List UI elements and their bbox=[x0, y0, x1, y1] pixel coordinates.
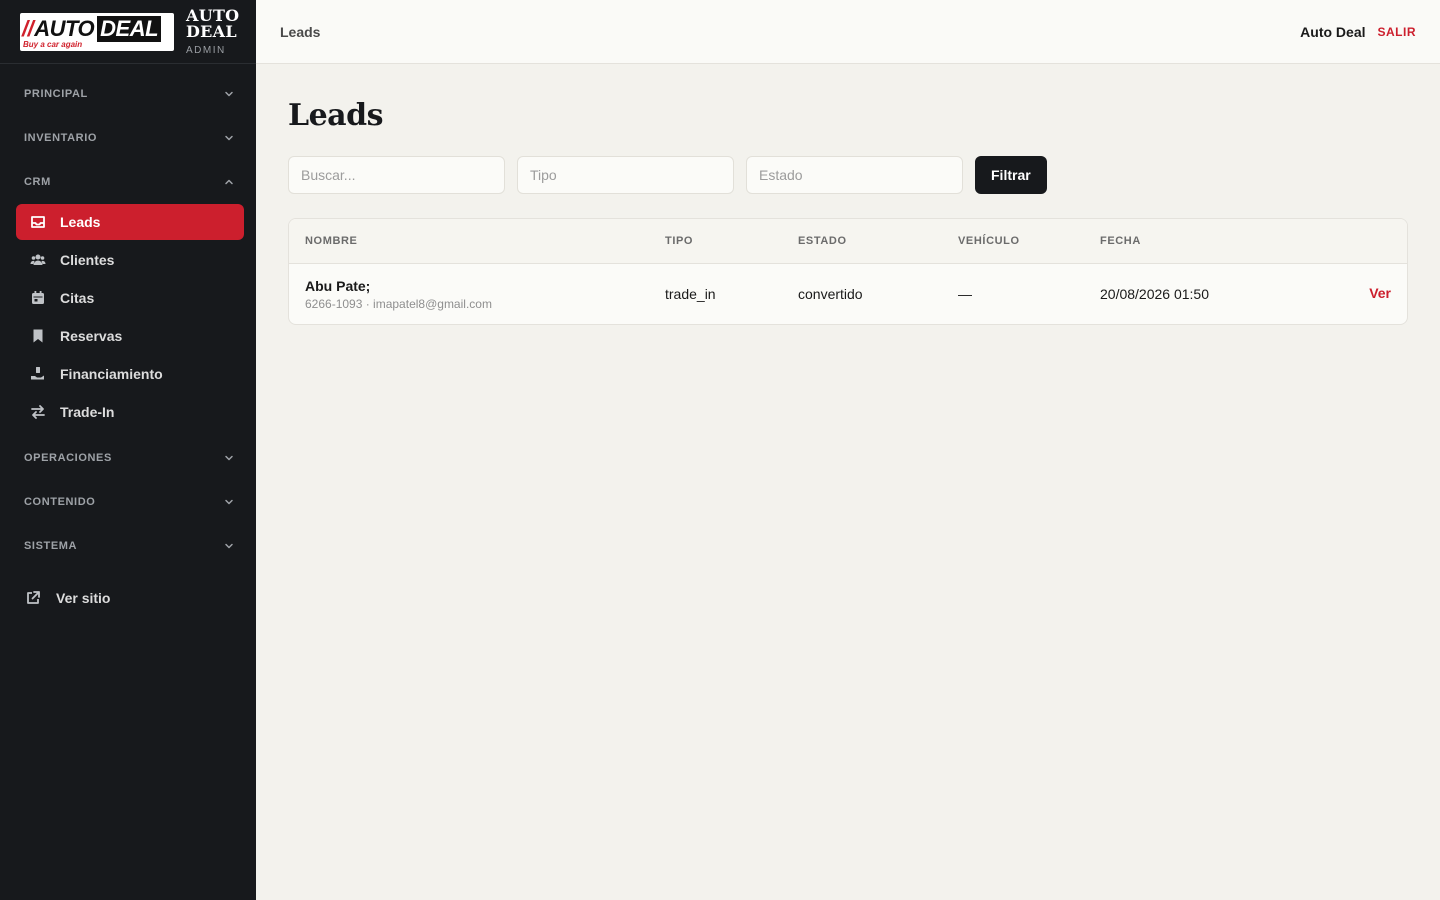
brand-text: AUTO DEAL ADMIN bbox=[186, 7, 239, 56]
chevron-down-icon bbox=[225, 91, 233, 97]
section-principal[interactable]: PRINCIPAL bbox=[0, 72, 256, 116]
type-filter-input[interactable] bbox=[517, 156, 734, 194]
filter-button[interactable]: Filtrar bbox=[975, 156, 1047, 194]
inbox-icon bbox=[31, 216, 45, 228]
column-header-status[interactable]: ESTADO bbox=[798, 235, 958, 247]
chevron-down-icon bbox=[225, 543, 233, 549]
page-title: Leads bbox=[288, 98, 384, 133]
logout-button[interactable]: SALIR bbox=[1378, 25, 1417, 39]
sidebar-item-label: Citas bbox=[60, 290, 95, 306]
sidebar-item-label: Reservas bbox=[60, 328, 123, 344]
column-header-type[interactable]: TIPO bbox=[665, 235, 798, 247]
cell-actions: Ver bbox=[1360, 285, 1407, 303]
view-site-label: Ver sitio bbox=[56, 590, 111, 606]
section-label: SISTEMA bbox=[24, 540, 78, 552]
cell-status: convertido bbox=[798, 286, 863, 302]
brand-subtitle: ADMIN bbox=[186, 44, 226, 56]
view-lead-link[interactable]: Ver bbox=[1369, 285, 1391, 301]
logo-slash: // bbox=[22, 15, 34, 41]
section-label: CRM bbox=[24, 176, 51, 188]
sidebar-item-label: Clientes bbox=[60, 252, 115, 268]
external-link-icon bbox=[27, 591, 40, 604]
sidebar-item-label: Leads bbox=[60, 214, 101, 230]
column-header-name[interactable]: NOMBRE bbox=[289, 235, 665, 247]
section-label: INVENTARIO bbox=[24, 132, 98, 144]
sidebar-item-label: Financiamiento bbox=[60, 366, 163, 382]
section-crm[interactable]: CRM bbox=[0, 160, 256, 204]
sidebar-item-leads[interactable]: Leads bbox=[16, 204, 244, 240]
section-label: OPERACIONES bbox=[24, 452, 112, 464]
user-name: Auto Deal bbox=[1300, 23, 1366, 40]
section-operaciones[interactable]: OPERACIONES bbox=[0, 436, 256, 480]
swap-icon bbox=[31, 405, 45, 419]
user-area: Auto Deal SALIR bbox=[1300, 24, 1416, 40]
breadcrumb: Leads bbox=[280, 23, 321, 40]
hand-money-icon bbox=[31, 367, 44, 380]
section-contenido[interactable]: CONTENIDO bbox=[0, 480, 256, 524]
calendar-icon bbox=[32, 291, 44, 304]
sidebar-item-clientes[interactable]: Clientes bbox=[16, 242, 244, 278]
topbar: Leads Auto Deal SALIR bbox=[256, 0, 1440, 64]
chevron-down-icon bbox=[225, 499, 233, 505]
users-icon bbox=[30, 254, 46, 265]
chevron-down-icon bbox=[225, 455, 233, 461]
lead-contact: 6266-1093 · imapatel8@gmail.com bbox=[305, 296, 492, 311]
sidebar: // AUTO DEAL Buy a car again AUTO DEAL A… bbox=[0, 0, 256, 900]
logo-auto: AUTO bbox=[34, 15, 95, 41]
table-row[interactable]: Abu Pate; 6266-1093 · imapatel8@gmail.co… bbox=[289, 264, 1407, 324]
table-header: NOMBRE TIPO ESTADO VEHÍCULO FECHA bbox=[289, 219, 1407, 264]
lead-name: Abu Pate; bbox=[305, 277, 371, 294]
search-input[interactable] bbox=[288, 156, 505, 194]
cell-type: trade_in bbox=[665, 286, 716, 302]
sidebar-item-reservas[interactable]: Reservas bbox=[16, 318, 244, 354]
cell-date: 20/08/2026 01:50 bbox=[1100, 286, 1209, 302]
leads-table: NOMBRE TIPO ESTADO VEHÍCULO FECHA Abu Pa… bbox=[288, 218, 1408, 325]
brand-name-line2: DEAL bbox=[186, 21, 237, 41]
bookmark-icon bbox=[33, 329, 43, 343]
main-content: Leads Filtrar NOMBRE TIPO ESTADO VEHÍCUL… bbox=[288, 64, 1408, 325]
column-header-vehicle[interactable]: VEHÍCULO bbox=[958, 235, 1100, 247]
cell-vehicle: — bbox=[958, 286, 972, 302]
section-inventario[interactable]: INVENTARIO bbox=[0, 116, 256, 160]
section-label: CONTENIDO bbox=[24, 496, 96, 508]
sidebar-item-label: Trade-In bbox=[60, 404, 115, 420]
logo-tagline: Buy a car again bbox=[23, 39, 83, 49]
logo-deal: DEAL bbox=[97, 15, 162, 42]
column-header-date[interactable]: FECHA bbox=[1100, 235, 1360, 247]
autodeal-logo[interactable]: // AUTO DEAL Buy a car again bbox=[20, 12, 174, 51]
crm-items: Leads Clientes Citas Reservas Financiami… bbox=[0, 204, 256, 436]
filter-bar: Filtrar bbox=[288, 156, 1408, 194]
cell-name: Abu Pate; 6266-1093 · imapatel8@gmail.co… bbox=[289, 278, 665, 311]
section-label: PRINCIPAL bbox=[24, 88, 88, 100]
sidebar-item-citas[interactable]: Citas bbox=[16, 280, 244, 316]
brand-header: // AUTO DEAL Buy a car again AUTO DEAL A… bbox=[0, 0, 256, 64]
chevron-down-icon bbox=[225, 135, 233, 141]
status-filter-input[interactable] bbox=[746, 156, 963, 194]
sidebar-item-trade-in[interactable]: Trade-In bbox=[16, 394, 244, 430]
sidebar-nav: PRINCIPAL INVENTARIO CRM Leads Clientes … bbox=[0, 64, 256, 616]
section-sistema[interactable]: SISTEMA bbox=[0, 524, 256, 568]
chevron-up-icon bbox=[225, 179, 233, 185]
sidebar-item-financiamiento[interactable]: Financiamiento bbox=[16, 356, 244, 392]
view-site-link[interactable]: Ver sitio bbox=[0, 580, 256, 616]
